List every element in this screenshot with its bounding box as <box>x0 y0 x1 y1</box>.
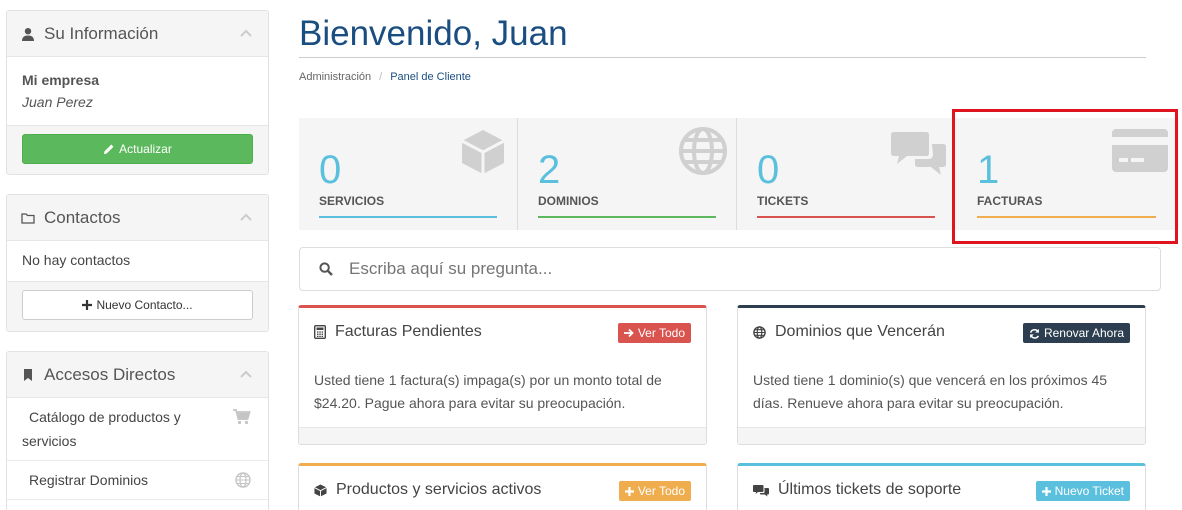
shortcut-product-catalog[interactable]: Catálogo de productos y servicios <box>7 399 268 461</box>
shortcut-label: Catálogo de productos y servicios <box>22 409 181 449</box>
view-all-invoices-button[interactable]: Ver Todo <box>617 323 691 343</box>
globe-icon <box>753 325 766 339</box>
info-panel: Su Información Mi empresa Juan Perez Act… <box>6 10 269 175</box>
shortcut-label: Registrar Dominios <box>29 472 149 488</box>
search-input[interactable] <box>349 259 1109 279</box>
title-divider <box>299 57 1146 58</box>
stat-label: SERVICIOS <box>319 194 385 208</box>
globe-icon <box>235 472 251 488</box>
stat-domains[interactable]: 2 DOMINIOS <box>518 118 737 230</box>
company-name: Mi empresa <box>22 72 100 88</box>
update-button[interactable]: Actualizar <box>22 134 253 164</box>
button-label: Nuevo Ticket <box>1054 484 1124 498</box>
card-active-products: Productos y servicios activos Ver Todo <box>298 463 707 510</box>
folder-icon <box>21 212 35 224</box>
bookmark-icon <box>24 368 32 381</box>
plus-icon <box>82 300 93 310</box>
breadcrumb-separator: / <box>379 71 383 83</box>
info-panel-header[interactable]: Su Información <box>7 11 268 57</box>
card-support-tickets: Últimos tickets de soporte Nuevo Ticket <box>737 463 1146 510</box>
breadcrumb-client-panel: Panel de Cliente <box>390 71 471 83</box>
card-expiring-domains: Dominios que Vencerán Renovar Ahora Uste… <box>737 305 1146 445</box>
card-pending-invoices: Facturas Pendientes Ver Todo Usted tiene… <box>298 305 707 445</box>
stat-label: DOMINIOS <box>538 194 599 208</box>
stat-label: TICKETS <box>757 194 809 208</box>
shortcuts-panel: Accesos Directos Catálogo de productos y… <box>6 351 269 510</box>
card-footer <box>299 427 706 444</box>
chevron-up-icon[interactable] <box>240 370 252 378</box>
chevron-up-icon[interactable] <box>240 213 252 221</box>
shortcuts-panel-title: Accesos Directos <box>44 364 176 384</box>
contacts-panel-title: Contactos <box>44 207 121 227</box>
search-bar[interactable] <box>299 247 1161 291</box>
update-button-label: Actualizar <box>119 142 172 156</box>
stat-value: 0 <box>757 148 780 192</box>
button-label: Ver Todo <box>637 326 685 340</box>
new-ticket-button[interactable]: Nuevo Ticket <box>1035 481 1130 501</box>
highlight-box <box>952 109 1178 244</box>
stat-services[interactable]: 0 SERVICIOS <box>299 118 518 230</box>
cart-icon <box>233 409 251 425</box>
card-footer <box>738 427 1145 444</box>
card-title: Últimos tickets de soporte <box>778 481 962 498</box>
stat-bar <box>319 216 497 218</box>
button-label: Ver Todo <box>637 484 685 498</box>
new-contact-button[interactable]: Nuevo Contacto... <box>22 290 253 320</box>
chevron-up-icon[interactable] <box>240 29 252 37</box>
contacts-panel: Contactos No hay contactos Nuevo Contact… <box>6 194 269 332</box>
page-title: Bienvenido, Juan <box>299 14 568 53</box>
card-body: Usted tiene 1 factura(s) impaga(s) por u… <box>314 372 662 411</box>
cube-icon <box>461 130 505 174</box>
new-contact-button-label: Nuevo Contacto... <box>96 298 193 312</box>
cube-icon <box>314 483 327 497</box>
plus-icon <box>1041 486 1051 496</box>
refresh-icon <box>1029 328 1039 339</box>
comments-icon <box>753 484 769 496</box>
breadcrumb-admin[interactable]: Administración <box>299 71 371 83</box>
info-panel-title: Su Información <box>44 23 159 43</box>
calculator-icon <box>314 325 326 339</box>
arrow-right-icon <box>623 328 634 338</box>
card-body: Usted tiene 1 dominio(s) que vencerá en … <box>753 372 1108 411</box>
breadcrumb: Administración / Panel de Cliente <box>299 71 471 83</box>
card-title: Dominios que Vencerán <box>775 323 945 340</box>
button-label: Renovar Ahora <box>1043 326 1124 340</box>
globe-icon <box>679 127 727 175</box>
user-icon <box>22 27 34 41</box>
no-contacts-text: No hay contactos <box>22 252 131 268</box>
plus-icon <box>624 486 634 496</box>
stat-bar <box>757 216 935 218</box>
stat-bar <box>538 216 716 218</box>
comments-icon <box>891 132 946 175</box>
shortcuts-panel-header[interactable]: Accesos Directos <box>7 352 268 398</box>
card-title: Productos y servicios activos <box>336 481 542 498</box>
pencil-icon <box>104 144 114 154</box>
view-all-products-button[interactable]: Ver Todo <box>618 481 691 501</box>
stat-value: 0 <box>319 148 342 192</box>
stat-tickets[interactable]: 0 TICKETS <box>737 118 953 230</box>
stat-value: 2 <box>538 148 561 192</box>
card-title: Facturas Pendientes <box>335 323 482 340</box>
shortcut-register-domains[interactable]: Registrar Dominios <box>7 461 268 500</box>
contacts-panel-header[interactable]: Contactos <box>7 195 268 241</box>
user-name: Juan Perez <box>22 94 93 110</box>
search-icon <box>319 262 333 276</box>
renew-now-button[interactable]: Renovar Ahora <box>1022 323 1130 343</box>
